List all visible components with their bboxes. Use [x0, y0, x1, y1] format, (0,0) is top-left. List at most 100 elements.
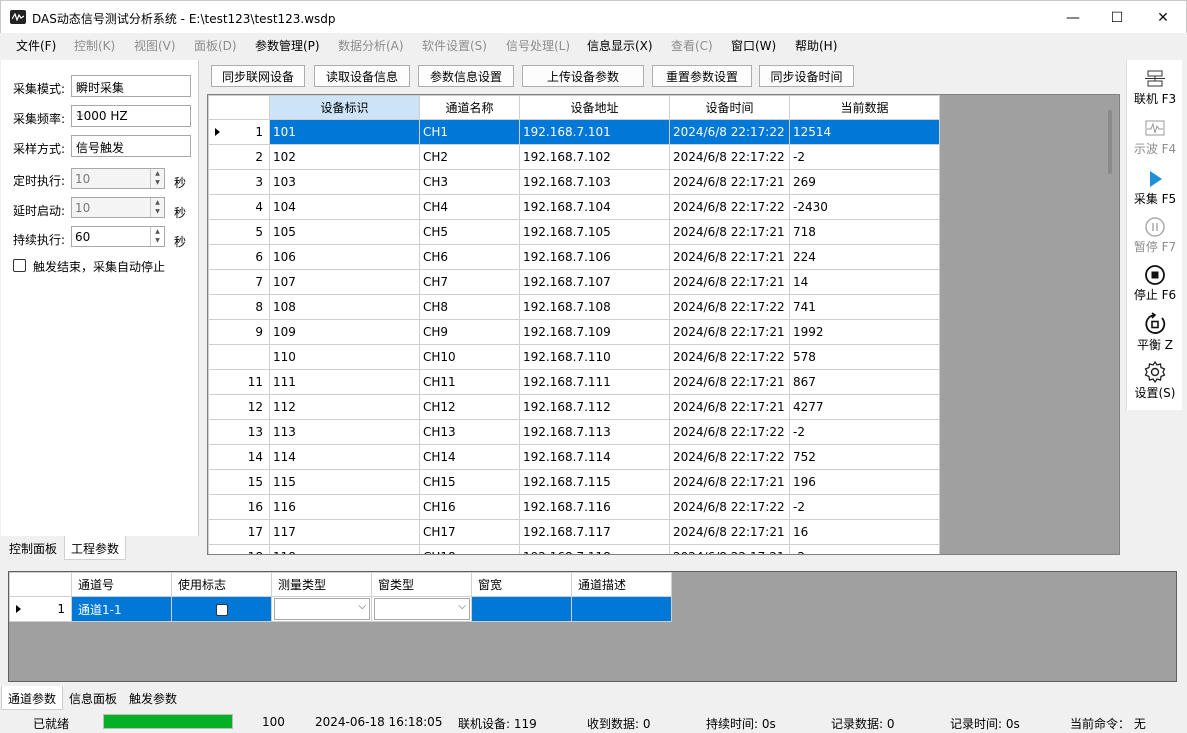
stop-button[interactable]: 停止 F6 [1127, 264, 1183, 303]
device-time-cell[interactable]: 2024/6/8 22:17:21 [669, 544, 790, 554]
table-row[interactable]: 17 117 CH17 192.168.7.117 2024/6/8 22:17:21 1… [208, 519, 940, 545]
device-id-cell[interactable]: 117 [269, 519, 420, 545]
channel-name-cell[interactable]: CH10 [419, 344, 520, 370]
current-data-cell[interactable]: 741 [789, 294, 940, 320]
row-header[interactable]: 15 [208, 469, 270, 495]
settings-button[interactable]: 设置(S) [1127, 360, 1183, 401]
device-id-cell[interactable]: 112 [269, 394, 420, 420]
current-data-cell[interactable]: 4277 [789, 394, 940, 420]
spin-up-icon[interactable]: ▲ [151, 198, 164, 207]
row-header[interactable]: 11 [208, 369, 270, 395]
sync-network-devices-button[interactable]: 同步联网设备 [211, 65, 305, 87]
menu-help[interactable]: 帮助(H) [795, 37, 837, 54]
tab-channel-params[interactable]: 通道参数 [1, 686, 64, 710]
table-row[interactable]: 15 115 CH15 192.168.7.115 2024/6/8 22:17:21 1… [208, 469, 940, 495]
row-header[interactable]: 9 [208, 319, 270, 345]
device-address-cell[interactable]: 192.168.7.101 [519, 119, 670, 145]
table-row[interactable]: 11 111 CH11 192.168.7.111 2024/6/8 22:17:21 8… [208, 369, 940, 395]
channel-name-cell[interactable]: CH13 [419, 419, 520, 445]
window-width-cell[interactable] [471, 596, 572, 622]
oscilloscope-button[interactable]: 示波 F4 [1127, 118, 1183, 157]
menu-control[interactable]: 控制(K) [74, 37, 115, 54]
menu-info-display[interactable]: 信息显示(X) [587, 37, 653, 54]
table-row[interactable]: 6 106 CH6 192.168.7.106 2024/6/8 22:17:21 224 [208, 244, 940, 270]
current-data-cell[interactable]: 578 [789, 344, 940, 370]
menu-look[interactable]: 查看(C) [671, 37, 713, 54]
device-time-cell[interactable]: 2024/6/8 22:17:22 [669, 144, 790, 170]
device-id-cell[interactable]: 113 [269, 419, 420, 445]
channel-name-cell[interactable]: CH1 [419, 119, 520, 145]
online-button[interactable]: 联机 F3 [1127, 68, 1183, 107]
device-id-cell[interactable]: 107 [269, 269, 420, 295]
device-id-cell[interactable]: 111 [269, 369, 420, 395]
current-data-cell[interactable]: 196 [789, 469, 940, 495]
channel-name-cell[interactable]: CH4 [419, 194, 520, 220]
device-time-cell[interactable]: 2024/6/8 22:17:22 [669, 119, 790, 145]
device-time-cell[interactable]: 2024/6/8 22:17:21 [669, 219, 790, 245]
current-data-cell[interactable]: 1992 [789, 319, 940, 345]
device-id-cell[interactable]: 116 [269, 494, 420, 520]
current-data-cell[interactable]: 224 [789, 244, 940, 270]
balance-button[interactable]: 平衡 Z [1127, 312, 1183, 353]
row-header[interactable]: 5 [208, 219, 270, 245]
device-address-cell[interactable]: 192.168.7.114 [519, 444, 670, 470]
device-time-cell[interactable]: 2024/6/8 22:17:22 [669, 294, 790, 320]
row-header[interactable]: 2 [208, 144, 270, 170]
column-header-device-address[interactable]: 设备地址 [519, 95, 670, 120]
current-data-cell[interactable]: -2 [789, 144, 940, 170]
measure-type-dropdown[interactable]: ⌵ [274, 598, 370, 620]
tab-trigger-params[interactable]: 触发参数 [123, 686, 183, 710]
spin-down-icon[interactable]: ▼ [151, 207, 164, 216]
channel-no-cell[interactable]: 通道1-1 [71, 596, 172, 622]
channel-name-cell[interactable]: CH14 [419, 444, 520, 470]
column-header-channel-no[interactable]: 通道号 [71, 572, 172, 597]
menu-window[interactable]: 窗口(W) [731, 37, 776, 54]
row-header[interactable]: 8 [208, 294, 270, 320]
upload-device-params-button[interactable]: 上传设备参数 [522, 65, 644, 87]
timed-exec-spinner[interactable]: 10 ▲ ▼ [71, 168, 165, 189]
table-row[interactable]: 110 CH10 192.168.7.110 2024/6/8 22:17:22 578 [208, 344, 940, 370]
acq-freq-select[interactable]: 1000 HZ ⌵ [71, 105, 191, 127]
row-header[interactable]: 12 [208, 394, 270, 420]
spin-up-icon[interactable]: ▲ [151, 227, 164, 236]
channel-name-cell[interactable]: CH11 [419, 369, 520, 395]
device-time-cell[interactable]: 2024/6/8 22:17:22 [669, 444, 790, 470]
table-row[interactable]: 4 104 CH4 192.168.7.104 2024/6/8 22:17:22 -24… [208, 194, 940, 220]
device-address-cell[interactable]: 192.168.7.105 [519, 219, 670, 245]
device-address-cell[interactable]: 192.168.7.113 [519, 419, 670, 445]
column-header-device-time[interactable]: 设备时间 [669, 95, 790, 120]
current-data-cell[interactable]: 752 [789, 444, 940, 470]
table-row[interactable]: 8 108 CH8 192.168.7.108 2024/6/8 22:17:22 741 [208, 294, 940, 320]
column-header-window-width[interactable]: 窗宽 [471, 572, 572, 597]
device-time-cell[interactable]: 2024/6/8 22:17:21 [669, 394, 790, 420]
vertical-scrollbar[interactable] [1108, 110, 1112, 174]
menu-file[interactable]: 文件(F) [16, 37, 56, 54]
current-data-cell[interactable]: 718 [789, 219, 940, 245]
pause-button[interactable]: 暂停 F7 [1127, 216, 1183, 255]
device-address-cell[interactable]: 192.168.7.104 [519, 194, 670, 220]
device-address-cell[interactable]: 192.168.7.115 [519, 469, 670, 495]
read-device-info-button[interactable]: 读取设备信息 [314, 65, 410, 87]
device-id-cell[interactable]: 105 [269, 219, 420, 245]
column-header-window-type[interactable]: 窗类型 [371, 572, 472, 597]
channel-name-cell[interactable]: CH16 [419, 494, 520, 520]
column-header-use-flag[interactable]: 使用标志 [171, 572, 272, 597]
device-id-cell[interactable]: 108 [269, 294, 420, 320]
use-flag-checkbox[interactable] [215, 603, 228, 616]
current-data-cell[interactable]: -2 [789, 494, 940, 520]
row-header[interactable]: 1 [208, 119, 270, 145]
current-data-cell[interactable]: -2 [789, 544, 940, 554]
menu-software-settings[interactable]: 软件设置(S) [422, 37, 487, 54]
device-address-cell[interactable]: 192.168.7.109 [519, 319, 670, 345]
device-address-cell[interactable]: 192.168.7.111 [519, 369, 670, 395]
delay-start-spinner[interactable]: 10 ▲ ▼ [71, 197, 165, 218]
sample-mode-select[interactable]: 信号触发 ⌵ [71, 135, 191, 157]
column-header-channel-name[interactable]: 通道名称 [419, 95, 520, 120]
table-row[interactable]: 18 118 CH18 192.168.7.118 2024/6/8 22:17:21 -… [208, 544, 940, 554]
param-info-settings-button[interactable]: 参数信息设置 [418, 65, 514, 87]
acq-mode-select[interactable]: 瞬时采集 ⌵ [71, 75, 191, 97]
table-row[interactable]: 12 112 CH12 192.168.7.112 2024/6/8 22:17:21 4… [208, 394, 940, 420]
row-header[interactable]: 7 [208, 269, 270, 295]
row-header[interactable]: 4 [208, 194, 270, 220]
device-time-cell[interactable]: 2024/6/8 22:17:21 [669, 519, 790, 545]
